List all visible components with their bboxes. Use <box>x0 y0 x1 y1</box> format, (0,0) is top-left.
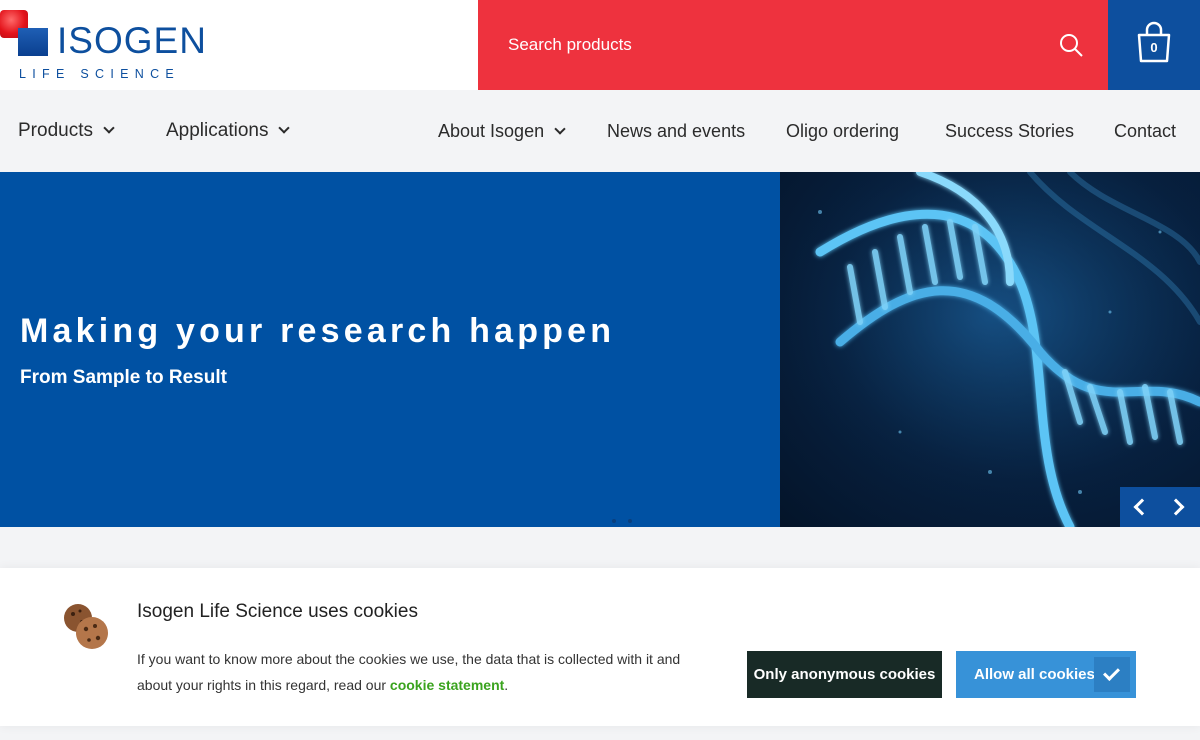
chevron-down-icon <box>554 123 566 135</box>
slider-dot[interactable] <box>612 519 616 523</box>
hero-title: Making your research happen <box>20 312 616 350</box>
slider-dot[interactable] <box>628 519 632 523</box>
hero-subtitle: From Sample to Result <box>20 367 227 388</box>
logo-blue-square <box>18 28 48 56</box>
dna-helix-image <box>780 172 1200 527</box>
allow-all-cookies-button[interactable]: Allow all cookies <box>956 651 1136 698</box>
search-bar <box>478 0 1108 90</box>
hero-banner: Making your research happen From Sample … <box>0 172 1200 527</box>
nav-news[interactable]: News and events <box>607 90 745 172</box>
slider-dots <box>612 510 644 527</box>
cookie-icon <box>64 604 108 649</box>
chevron-down-icon <box>103 122 115 134</box>
nav-applications-label: Applications <box>166 120 269 141</box>
checkmark-icon <box>1094 657 1130 692</box>
nav-about[interactable]: About Isogen <box>438 90 566 172</box>
only-anonymous-cookies-button[interactable]: Only anonymous cookies <box>747 651 942 698</box>
site-header: ISOGEN LIFE SCIENCE 0 <box>0 0 1200 90</box>
nav-contact[interactable]: Contact <box>1114 90 1176 172</box>
cookie-banner: Isogen Life Science uses cookies If you … <box>0 568 1200 726</box>
nav-applications[interactable]: Applications <box>166 90 291 172</box>
chevron-right-icon <box>1167 498 1185 516</box>
slider-arrows <box>1120 487 1200 527</box>
nav-products[interactable]: Products <box>18 90 115 172</box>
allow-all-cookies-label: Allow all cookies <box>974 666 1095 683</box>
search-icon[interactable] <box>1059 33 1083 57</box>
cookie-statement-link[interactable]: cookie statement <box>390 677 504 693</box>
nav-success[interactable]: Success Stories <box>945 90 1074 172</box>
main-nav: Products Applications About Isogen News … <box>0 90 1200 172</box>
search-input[interactable] <box>508 30 1028 60</box>
isogen-logo[interactable]: ISOGEN LIFE SCIENCE <box>0 0 206 90</box>
cart-button[interactable]: 0 <box>1108 0 1200 90</box>
logo-subtitle: LIFE SCIENCE <box>19 67 181 81</box>
cookie-description: If you want to know more about the cooki… <box>137 646 697 698</box>
slider-prev-button[interactable] <box>1120 487 1160 527</box>
cookie-title: Isogen Life Science uses cookies <box>137 601 418 622</box>
nav-about-label: About Isogen <box>438 121 545 141</box>
logo-title: ISOGEN <box>57 20 207 61</box>
slider-next-button[interactable] <box>1160 487 1200 527</box>
cookie-text-end: . <box>504 677 509 693</box>
chevron-down-icon <box>278 122 291 134</box>
chevron-left-icon <box>1133 498 1151 516</box>
cart-count: 0 <box>1150 40 1158 55</box>
nav-products-label: Products <box>18 120 93 141</box>
nav-oligo[interactable]: Oligo ordering <box>786 90 899 172</box>
